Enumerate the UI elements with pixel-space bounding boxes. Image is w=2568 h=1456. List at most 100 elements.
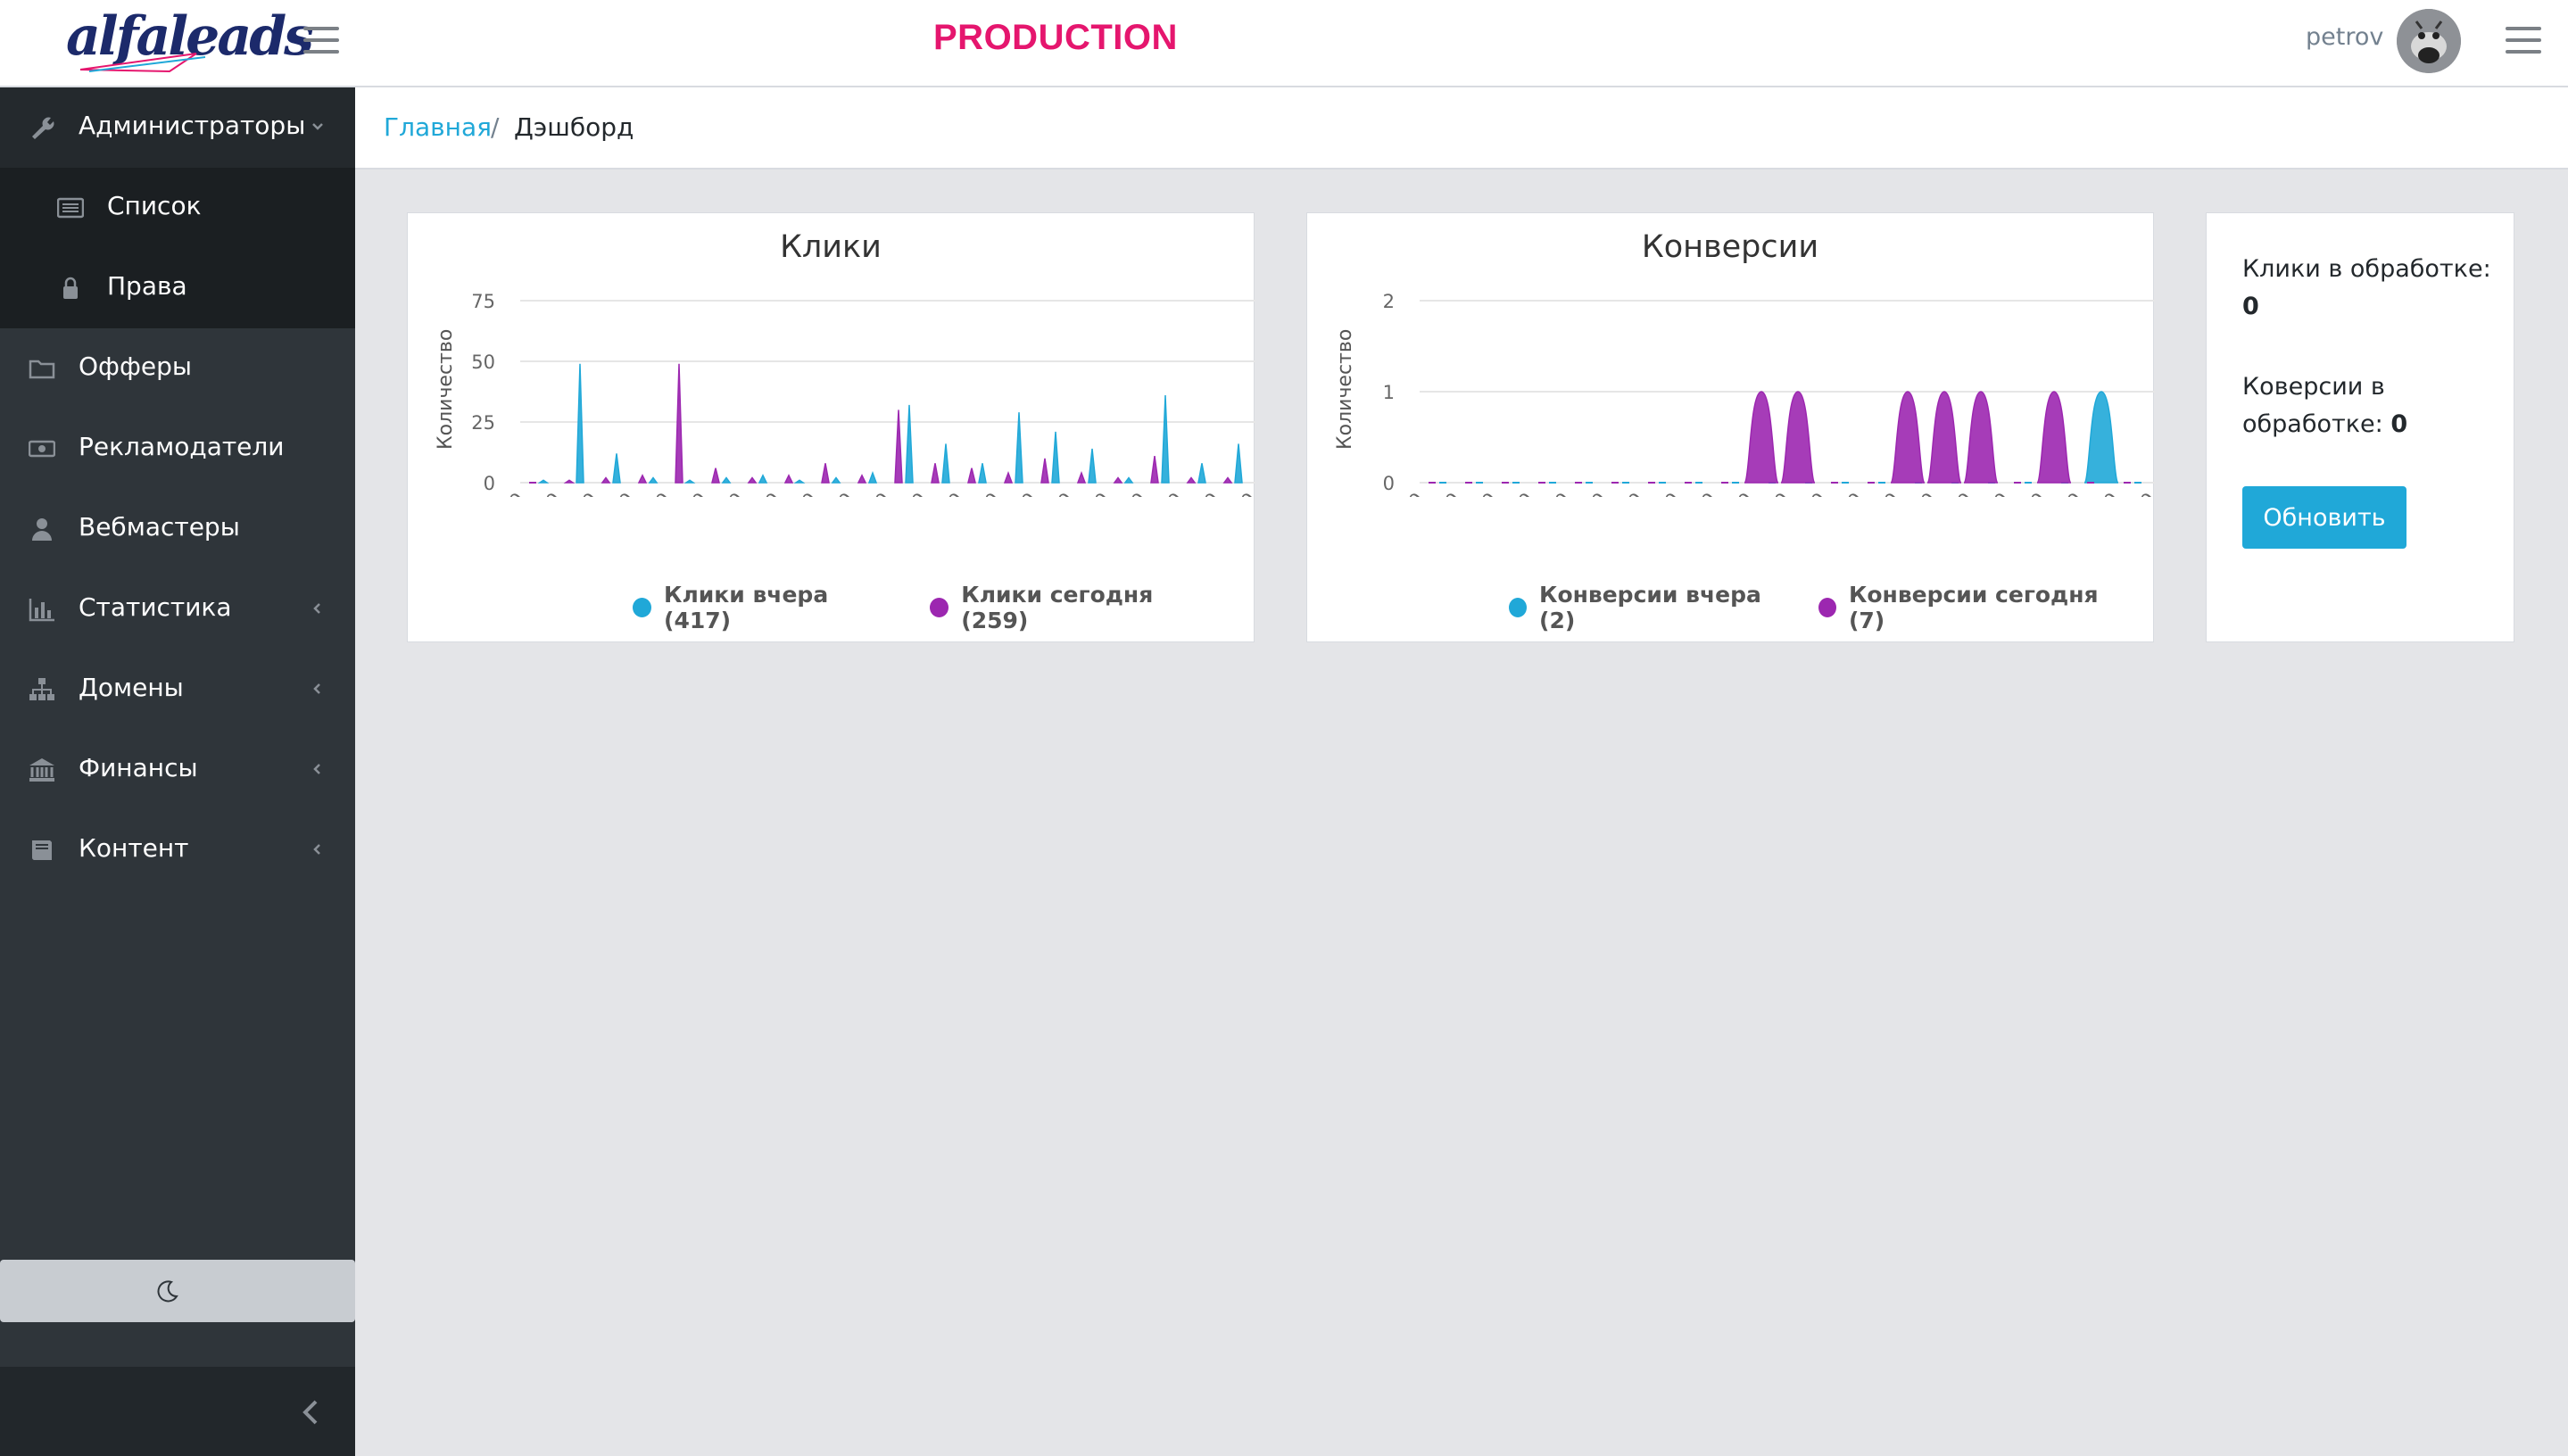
sidebar-item-webmasters[interactable]: Вебмастеры xyxy=(0,489,355,569)
data-point xyxy=(537,479,550,484)
breadcrumb: Главная / Дэшборд xyxy=(355,87,2568,170)
chart-title: Клики xyxy=(780,229,882,265)
data-point xyxy=(967,467,976,484)
theme-toggle-button[interactable] xyxy=(0,1260,355,1322)
data-point xyxy=(1040,458,1049,484)
data-point xyxy=(1161,395,1170,484)
clicks-chart-card: Клики Количество 755025000:0001:0002:000… xyxy=(407,212,1255,642)
data-point xyxy=(721,476,732,484)
processing-stats-card: Клики в обработке: 0 Коверсии в обработк… xyxy=(2206,212,2514,642)
legend-dot xyxy=(633,598,652,617)
data-point xyxy=(1150,455,1159,484)
y-tick-label: 25 xyxy=(471,412,495,434)
chart-legend: Клики вчера (417) Клики сегодня (259) xyxy=(633,582,1254,633)
avatar-face-icon xyxy=(2397,9,2461,73)
data-point xyxy=(758,474,768,484)
data-point xyxy=(1234,443,1243,484)
conversions-processing: Коверсии в обработке: 0 xyxy=(2242,368,2407,443)
chart-legend: Конверсии вчера (2) Конверсии сегодня (7… xyxy=(1509,582,2153,633)
sidebar-item-offers[interactable]: Офферы xyxy=(0,328,355,409)
sidebar-item-label: Контент xyxy=(79,833,189,863)
y-tick-label: 1 xyxy=(1383,382,1395,403)
breadcrumb-home-link[interactable]: Главная xyxy=(384,112,492,142)
bank-icon xyxy=(29,758,54,782)
data-point xyxy=(1113,476,1123,484)
legend-label: Клики вчера (417) xyxy=(664,582,829,633)
clicks-chart: 755025000:0001:0002:0003:0004:0005:0006:… xyxy=(471,291,1255,497)
sidebar-item-content[interactable]: Контент xyxy=(0,810,355,890)
breadcrumb-separator: / xyxy=(491,112,500,142)
sidebar-item-domains[interactable]: Домены xyxy=(0,649,355,730)
data-point xyxy=(2036,391,2072,484)
data-point xyxy=(637,474,648,484)
data-point xyxy=(793,479,806,484)
data-point xyxy=(1926,391,1962,484)
data-point xyxy=(1780,391,1816,484)
moon-icon xyxy=(157,1280,178,1303)
book-icon xyxy=(31,840,52,860)
username[interactable]: petrov xyxy=(2306,23,2383,51)
data-point xyxy=(1890,391,1926,484)
sidebar: Администраторы Список Права Офферы Рекла… xyxy=(0,87,355,1456)
legend-label: Конверсии сегодня (7) xyxy=(1848,582,2099,633)
avatar[interactable] xyxy=(2397,9,2461,73)
sidebar-item-list[interactable]: Список xyxy=(0,168,355,248)
sidebar-item-label: Финансы xyxy=(79,753,198,782)
data-point xyxy=(1222,476,1233,484)
logo-swoosh-icon xyxy=(79,53,206,73)
data-point xyxy=(831,476,841,484)
refresh-button[interactable]: Обновить xyxy=(2242,486,2406,549)
conversions-chart-card: Конверсии Количество 21000:0001:0002:000… xyxy=(1306,212,2155,642)
data-point xyxy=(905,404,914,484)
data-point xyxy=(821,463,830,484)
legend-dot xyxy=(1509,598,1528,617)
chart-title: Конверсии xyxy=(1641,229,1819,265)
data-point xyxy=(683,479,696,484)
sidebar-item-label: Вебмастеры xyxy=(79,512,240,542)
y-tick-label: 75 xyxy=(471,291,495,312)
series-today xyxy=(529,363,1233,484)
y-tick-label: 50 xyxy=(471,352,495,373)
money-icon xyxy=(29,440,55,458)
chevron-left-icon xyxy=(313,683,320,694)
sidebar-item-label: Рекламодатели xyxy=(79,432,285,461)
lock-icon xyxy=(63,277,78,299)
clicks-processing-label: Клики в обработке: xyxy=(2242,255,2491,283)
data-point xyxy=(1186,476,1197,484)
data-point xyxy=(1003,470,1014,484)
sidebar-item-permissions[interactable]: Права xyxy=(0,248,355,328)
list-icon xyxy=(57,197,84,219)
legend-item-yesterday[interactable]: Конверсии вчера (2) xyxy=(1509,582,1781,633)
brand-logo[interactable]: alfaleads xyxy=(62,4,314,77)
sitemap-icon xyxy=(29,678,54,700)
sidebar-item-label: Домены xyxy=(79,673,184,702)
data-point xyxy=(675,363,683,484)
conversions-processing-label-line1: Коверсии в xyxy=(2242,373,2385,401)
chevron-left-icon[interactable] xyxy=(300,1399,321,1426)
sidebar-item-advertisers[interactable]: Рекламодатели xyxy=(0,409,355,489)
environment-label: PRODUCTION xyxy=(933,18,1178,57)
legend-label: Конверсии вчера (2) xyxy=(1539,582,1761,633)
aside-menu-toggle-icon[interactable] xyxy=(2506,27,2541,55)
sidebar-toggle-icon[interactable] xyxy=(303,27,339,55)
legend-item-today[interactable]: Конверсии сегодня (7) xyxy=(1818,582,2116,633)
data-point xyxy=(978,463,987,484)
sidebar-item-administrators[interactable]: Администраторы xyxy=(0,87,355,168)
data-point xyxy=(894,410,903,484)
sidebar-item-label: Статистика xyxy=(79,592,232,622)
sidebar-item-statistics[interactable]: Статистика xyxy=(0,569,355,649)
data-point xyxy=(1963,391,1999,484)
breadcrumb-current: Дэшборд xyxy=(514,112,634,142)
chevron-left-icon xyxy=(313,844,320,855)
sidebar-item-finance[interactable]: Финансы xyxy=(0,730,355,810)
sidebar-minimizer[interactable] xyxy=(0,1367,355,1456)
y-tick-label: 0 xyxy=(484,473,495,494)
data-point xyxy=(931,463,940,484)
legend-item-today[interactable]: Клики сегодня (259) xyxy=(930,582,1216,633)
clicks-processing-value: 0 xyxy=(2242,293,2259,320)
data-point xyxy=(941,443,950,484)
data-point xyxy=(1076,470,1087,484)
legend-item-yesterday[interactable]: Клики вчера (417) xyxy=(633,582,892,633)
y-tick-label: 2 xyxy=(1383,291,1395,312)
data-point xyxy=(711,467,720,484)
